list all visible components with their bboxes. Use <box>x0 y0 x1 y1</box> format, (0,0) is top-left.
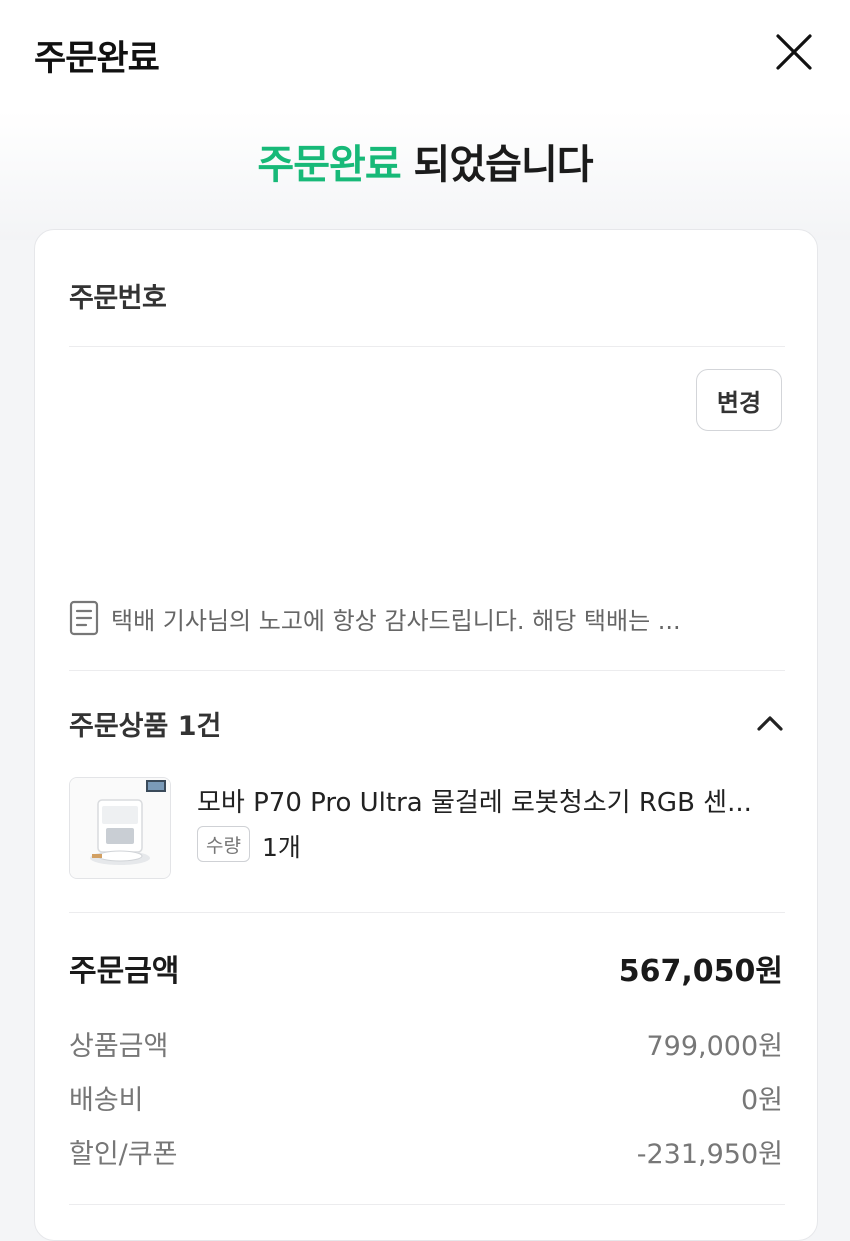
headline-rest: 되었습니다 <box>400 142 594 188</box>
product-name[interactable]: 모바 P70 Pro Ultra 물걸레 로봇청소기 RGB 센... <box>197 782 787 819</box>
order-card: 주문번호 변경 택배 기사님의 노고에 항상 감사드립니다. 해당 택배는 ..… <box>34 229 818 1241</box>
discount-coupon-value: -231,950원 <box>636 1139 783 1170</box>
product-amount-label: 상품금액 <box>69 1031 169 1062</box>
order-amount-label: 주문금액 <box>69 954 180 989</box>
close-button[interactable] <box>770 28 818 76</box>
page-title: 주문완료 <box>34 39 160 79</box>
headline-accent: 주문완료 <box>257 142 401 188</box>
discount-coupon-label: 할인/쿠폰 <box>69 1139 178 1170</box>
robot-vacuum-image <box>70 778 170 878</box>
ordered-products-title: 주문상품 1건 <box>69 711 222 742</box>
shipping-fee-value: 0원 <box>740 1085 783 1116</box>
order-number-label: 주문번호 <box>69 283 167 314</box>
divider <box>69 912 785 913</box>
quantity-badge: 수량 <box>197 826 250 862</box>
close-icon <box>776 34 812 70</box>
product-amount-value: 799,000원 <box>646 1031 784 1062</box>
chevron-up-icon <box>757 716 783 731</box>
divider <box>69 670 785 671</box>
completion-headline: 주문완료 되었습니다 <box>0 132 850 190</box>
change-address-button[interactable]: 변경 <box>696 369 782 431</box>
shipping-fee-label: 배송비 <box>69 1085 144 1116</box>
delivery-memo-text: 택배 기사님의 노고에 항상 감사드립니다. 해당 택배는 ... <box>111 606 681 635</box>
delivery-memo: 택배 기사님의 노고에 항상 감사드립니다. 해당 택배는 ... <box>69 598 785 638</box>
collapse-products-button[interactable] <box>753 706 787 740</box>
order-amount-value: 567,050원 <box>618 954 783 989</box>
divider <box>69 346 785 347</box>
quantity-value: 1개 <box>262 833 301 862</box>
product-thumbnail[interactable] <box>69 777 171 879</box>
divider <box>69 1204 785 1205</box>
document-icon <box>69 600 99 636</box>
